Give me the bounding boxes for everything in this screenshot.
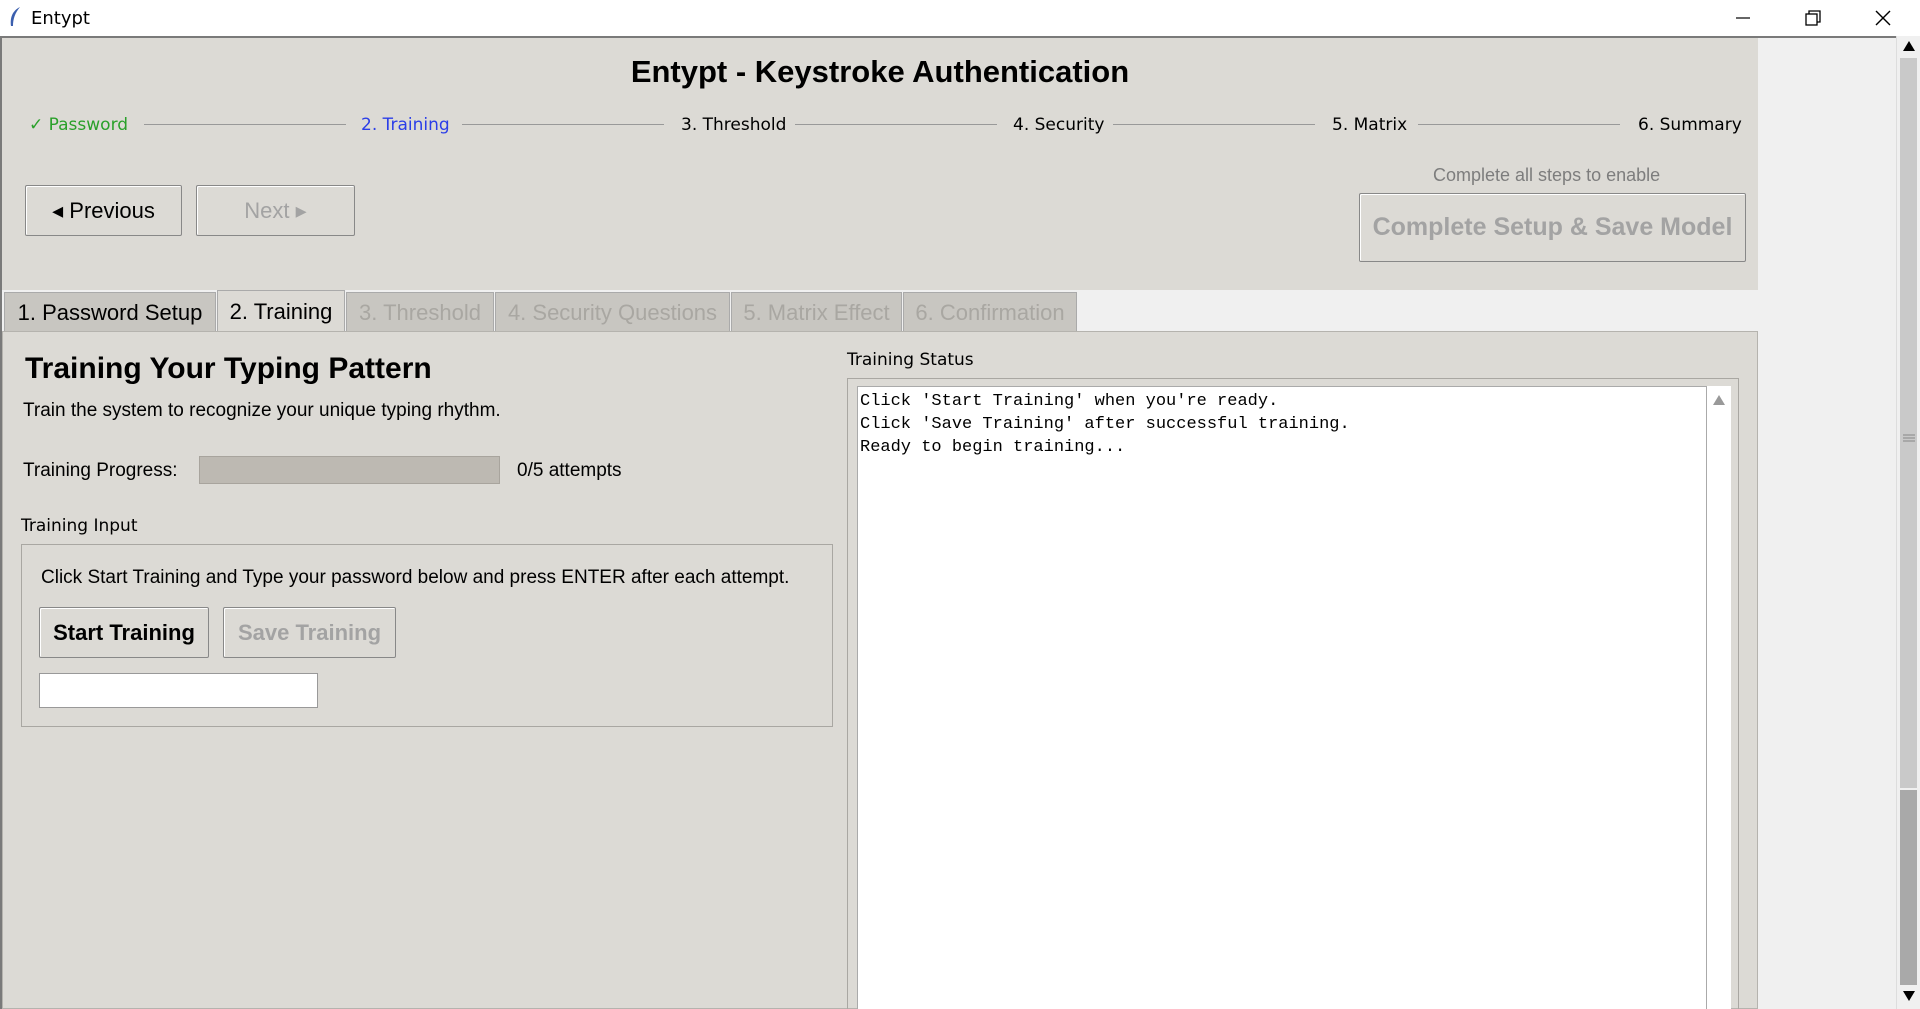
- step-connector: [462, 124, 664, 125]
- step-connector: [795, 124, 997, 125]
- progress-label: Training Progress:: [23, 460, 178, 481]
- save-training-button[interactable]: Save Training: [223, 607, 396, 658]
- window-title: Entypt: [31, 8, 90, 29]
- scrollbar-thumb[interactable]: [1900, 790, 1917, 985]
- next-button[interactable]: Next ▸: [196, 185, 355, 236]
- training-status-group-label: Training Status: [847, 350, 974, 370]
- window-titlebar: Entypt: [0, 0, 1920, 36]
- start-training-button[interactable]: Start Training: [39, 607, 209, 658]
- minimize-icon: [1736, 17, 1750, 19]
- training-status-log[interactable]: Click 'Start Training' when you're ready…: [857, 386, 1707, 1009]
- training-input-group-label: Training Input: [21, 516, 138, 536]
- training-progress-bar: [199, 456, 500, 484]
- step-threshold: 3. Threshold: [681, 115, 787, 135]
- tab-training[interactable]: 2. Training: [217, 290, 345, 333]
- scrollbar-track[interactable]: [1900, 58, 1917, 788]
- tab-confirmation[interactable]: 6. Confirmation: [903, 292, 1077, 332]
- tab-matrix-effect[interactable]: 5. Matrix Effect: [731, 292, 902, 332]
- scroll-up-icon[interactable]: [1712, 394, 1726, 406]
- window-scrollbar[interactable]: [1896, 36, 1920, 1009]
- attempts-count: 0/5 attempts: [517, 460, 622, 481]
- step-connector: [144, 124, 346, 125]
- step-matrix: 5. Matrix: [1332, 115, 1408, 135]
- complete-setup-button[interactable]: Complete Setup & Save Model: [1359, 193, 1746, 262]
- app-heading: Entypt - Keystroke Authentication: [630, 54, 1130, 89]
- step-password: ✓ Password: [29, 115, 129, 135]
- header-panel: Entypt - Keystroke Authentication ✓ Pass…: [2, 38, 1758, 290]
- section-description: Train the system to recognize your uniqu…: [23, 400, 501, 421]
- password-training-input[interactable]: [39, 673, 318, 708]
- step-training: 2. Training: [361, 115, 450, 135]
- close-icon: [1875, 10, 1891, 26]
- feather-icon: [10, 7, 20, 26]
- step-connector: [1113, 124, 1315, 125]
- step-summary: 6. Summary: [1638, 115, 1742, 135]
- training-instruction: Click Start Training and Type your passw…: [41, 567, 790, 588]
- step-security: 4. Security: [1013, 115, 1105, 135]
- previous-button[interactable]: ◂ Previous: [25, 185, 182, 236]
- minimize-button[interactable]: [1708, 0, 1778, 36]
- tab-threshold[interactable]: 3. Threshold: [346, 292, 494, 332]
- section-heading: Training Your Typing Pattern: [25, 352, 432, 385]
- step-connector: [1418, 124, 1620, 125]
- restore-icon: [1805, 10, 1821, 26]
- tab-password-setup[interactable]: 1. Password Setup: [4, 292, 216, 332]
- log-scrollbar[interactable]: [1707, 386, 1731, 1009]
- grip-icon: [1903, 434, 1915, 442]
- tab-security-questions[interactable]: 4. Security Questions: [495, 292, 730, 332]
- complete-hint: Complete all steps to enable: [1433, 165, 1661, 185]
- restore-button[interactable]: [1778, 0, 1848, 36]
- scroll-up-icon[interactable]: [1902, 40, 1916, 52]
- scroll-down-icon[interactable]: [1902, 990, 1916, 1002]
- close-button[interactable]: [1848, 0, 1918, 36]
